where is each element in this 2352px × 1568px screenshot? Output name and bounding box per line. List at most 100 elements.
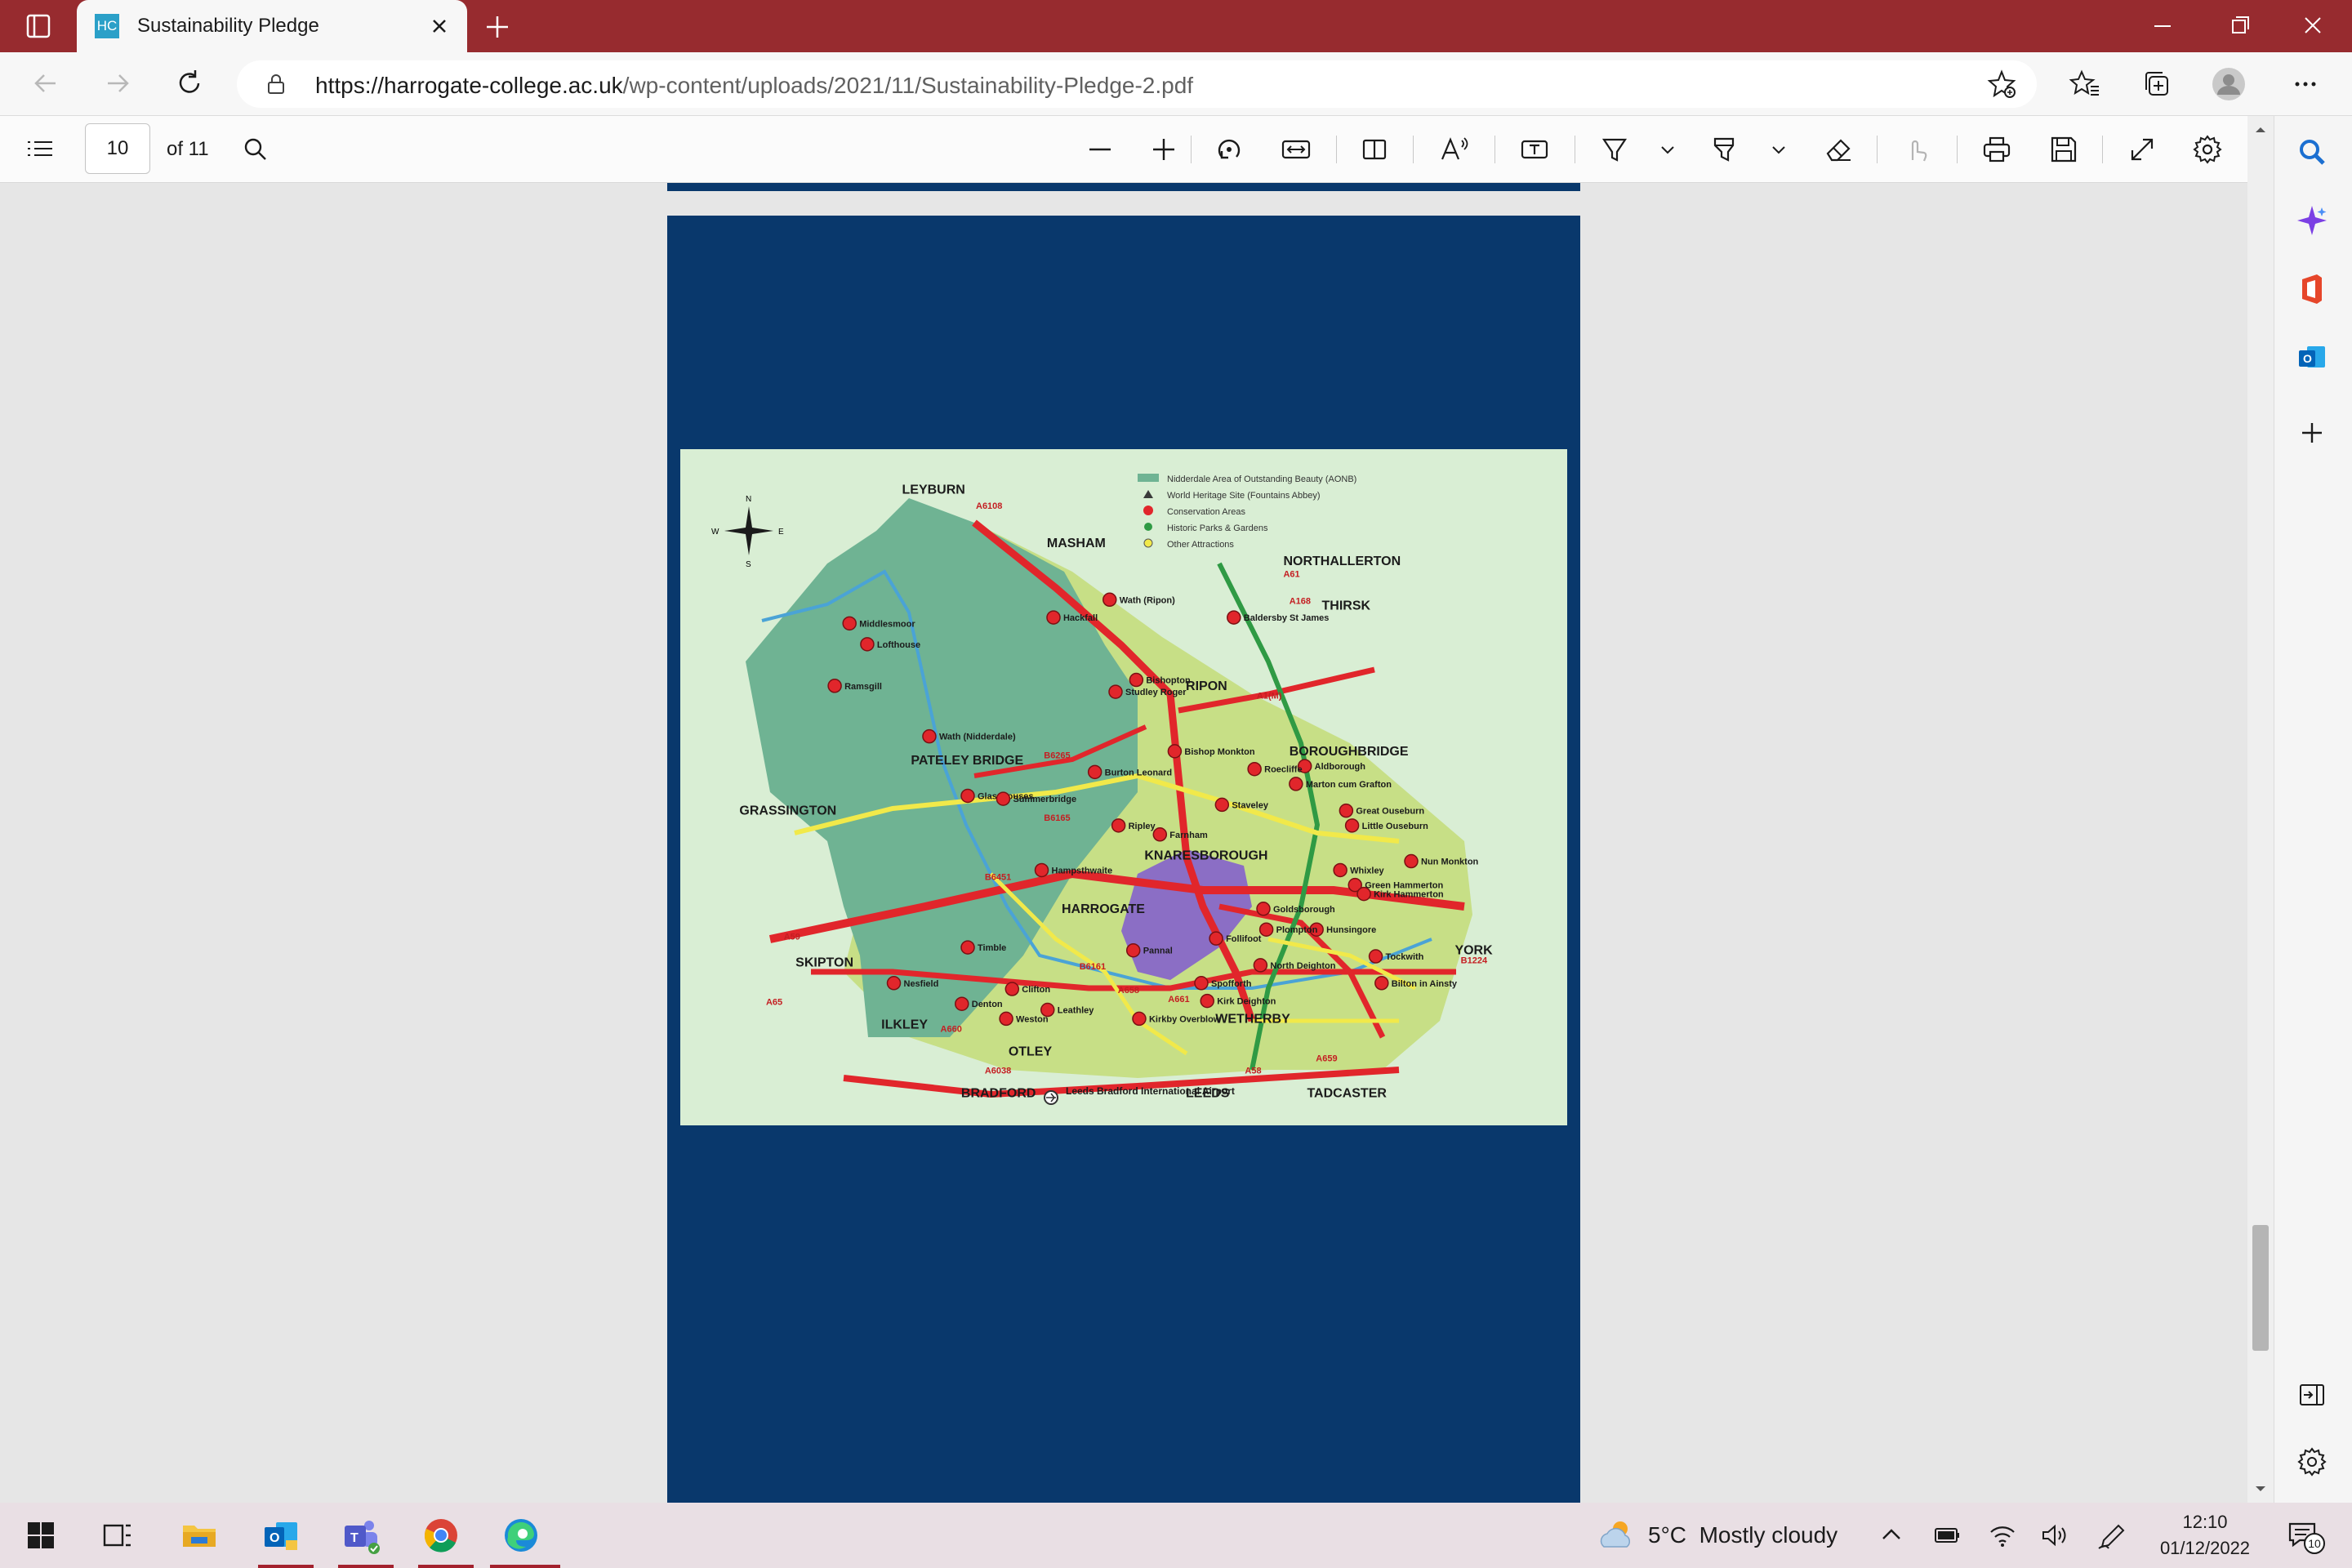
toolbar-divider — [1336, 136, 1337, 163]
page-number-input[interactable] — [85, 123, 150, 174]
task-view-icon[interactable] — [95, 1512, 140, 1558]
legend-label: Nidderdale Area of Outstanding Beauty (A… — [1167, 474, 1356, 484]
toolbar-divider — [1877, 136, 1878, 163]
conservation-area-dot — [1247, 761, 1262, 777]
show-hidden-icons-chevron-icon[interactable] — [1873, 1512, 1909, 1558]
outlook-icon[interactable]: O — [2294, 340, 2330, 376]
favorites-icon[interactable] — [2068, 67, 2102, 101]
teams-icon[interactable]: T — [338, 1512, 384, 1558]
lock-icon[interactable] — [265, 73, 287, 96]
sidebar-settings-gear-icon[interactable] — [2294, 1444, 2330, 1480]
zoom-out-icon[interactable] — [1083, 132, 1117, 167]
copilot-sparkle-icon[interactable] — [2294, 203, 2330, 238]
conservation-area-dot — [1194, 976, 1209, 991]
search-icon[interactable] — [238, 132, 273, 167]
conservation-area-dot — [1253, 958, 1268, 973]
fullscreen-icon[interactable] — [2125, 132, 2159, 167]
scroll-down-icon[interactable] — [2247, 1481, 2274, 1498]
new-tab-icon[interactable] — [482, 11, 513, 42]
page-view-icon[interactable] — [1357, 132, 1392, 167]
fit-to-width-icon[interactable] — [1279, 132, 1313, 167]
file-explorer-icon[interactable] — [176, 1512, 222, 1558]
town-label: BOROUGHBRIDGE — [1290, 745, 1409, 759]
battery-icon[interactable] — [1929, 1512, 1965, 1558]
favicon-icon: HC — [95, 14, 119, 38]
conservation-area-dot — [1339, 803, 1354, 818]
place-label: Burton Leonard — [1105, 768, 1173, 777]
windows-start-icon[interactable] — [18, 1512, 64, 1558]
place-label: Weston — [1016, 1014, 1049, 1024]
edge-icon[interactable] — [498, 1512, 544, 1558]
scroll-thumb[interactable] — [2252, 1225, 2269, 1351]
system-clock[interactable]: 12:10 01/12/2022 — [2140, 1509, 2270, 1561]
tab-actions-icon[interactable] — [18, 11, 60, 41]
forward-icon[interactable] — [100, 65, 136, 101]
add-sidebar-app-icon[interactable] — [2294, 415, 2330, 451]
volume-icon[interactable] — [2037, 1512, 2073, 1558]
conservation-area-dot — [1129, 672, 1144, 688]
office-icon[interactable] — [2294, 271, 2330, 307]
pdf-settings-gear-icon[interactable] — [2190, 132, 2225, 167]
url-host: https://harrogate-college.ac.uk — [315, 73, 623, 98]
place-label: Whixley — [1350, 866, 1384, 875]
place-label: Follifoot — [1226, 934, 1262, 944]
weather-text[interactable]: 5°C Mostly cloudy — [1648, 1522, 1838, 1548]
road-label: B6451 — [985, 873, 1011, 883]
read-aloud-icon[interactable] — [1437, 132, 1472, 167]
back-icon[interactable] — [28, 65, 64, 101]
place-label: North Deighton — [1270, 961, 1335, 971]
restore-icon[interactable] — [2223, 11, 2256, 41]
close-window-icon[interactable] — [2296, 11, 2329, 41]
chevron-down-icon[interactable] — [1653, 132, 1682, 167]
print-icon[interactable] — [1980, 132, 2014, 167]
touch-write-icon[interactable] — [1900, 132, 1934, 167]
town-label: PATELEY BRIDGE — [911, 754, 1023, 768]
pdf-viewport[interactable]: N S E W Nidderdale Area of Outstanding B… — [0, 183, 2247, 1503]
refresh-icon[interactable] — [172, 65, 207, 101]
outlook-taskbar-icon[interactable]: O — [258, 1512, 304, 1558]
collections-icon[interactable] — [2140, 67, 2174, 101]
search-icon[interactable] — [2294, 134, 2330, 170]
settings-more-icon[interactable] — [2288, 67, 2323, 101]
erase-icon[interactable] — [1821, 132, 1855, 167]
add-favorite-icon[interactable] — [1984, 67, 2019, 101]
place-label: Wath (Ripon) — [1120, 595, 1175, 605]
zoom-in-icon[interactable] — [1147, 132, 1181, 167]
place-label: Bishopton — [1146, 676, 1191, 686]
draw-icon[interactable] — [1597, 132, 1632, 167]
pen-menu-icon[interactable] — [2092, 1512, 2128, 1558]
tab-title: Sustainability Pledge — [137, 15, 319, 37]
rotate-icon[interactable] — [1212, 132, 1246, 167]
tab-sustainability-pledge[interactable]: HC Sustainability Pledge — [77, 0, 467, 52]
save-icon[interactable] — [2047, 132, 2081, 167]
weather-cloud-icon[interactable] — [1594, 1512, 1640, 1558]
place-label: Hunsingore — [1326, 925, 1376, 935]
place-label: Spofforth — [1211, 979, 1252, 989]
toolbar-divider — [1413, 136, 1414, 163]
conservation-area-dot — [1289, 777, 1303, 791]
clock-date: 01/12/2022 — [2159, 1538, 2251, 1558]
highlight-icon[interactable] — [1707, 132, 1741, 167]
scroll-up-icon[interactable] — [2247, 121, 2274, 137]
compass-south: S — [746, 560, 751, 569]
table-of-contents-icon[interactable] — [23, 132, 57, 167]
hide-sidebar-icon[interactable] — [2294, 1377, 2330, 1413]
url-field[interactable]: https://harrogate-college.ac.uk/wp-conte… — [237, 60, 2037, 108]
add-text-icon[interactable] — [1517, 132, 1552, 167]
place-label: Farnham — [1169, 831, 1208, 840]
address-bar: https://harrogate-college.ac.uk/wp-conte… — [0, 52, 2352, 116]
minimize-icon[interactable] — [2146, 11, 2179, 41]
profile-avatar-icon[interactable] — [2212, 67, 2246, 101]
pdf-toolbar: of 11 — [0, 116, 2247, 183]
running-indicator — [258, 1565, 314, 1568]
conservation-area-dot — [1125, 942, 1141, 958]
wifi-icon[interactable] — [1984, 1512, 2020, 1558]
close-tab-icon[interactable] — [426, 13, 452, 39]
chrome-icon[interactable] — [418, 1512, 464, 1558]
place-label: Bishop Monkton — [1184, 747, 1254, 757]
notifications-icon[interactable]: 10 — [2282, 1512, 2331, 1558]
chevron-down-icon[interactable] — [1764, 132, 1793, 167]
vertical-scrollbar[interactable] — [2247, 116, 2274, 1503]
town-label: NORTHALLERTON — [1283, 555, 1401, 568]
windows-taskbar: O T 5°C Mostly cloudy 12:10 01/12/2022 1… — [0, 1503, 2352, 1568]
